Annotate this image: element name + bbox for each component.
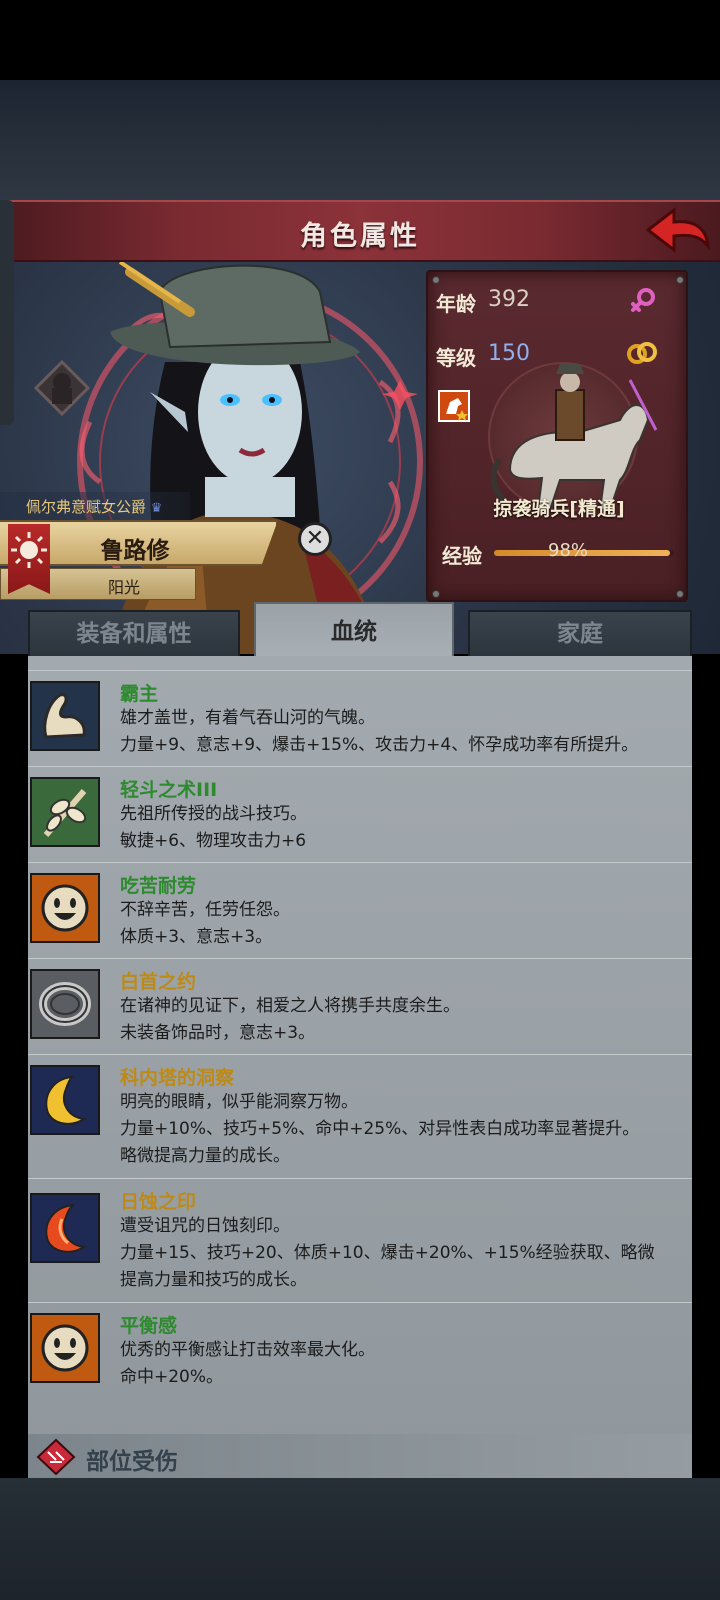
eclipse-mark-icon <box>30 1193 100 1263</box>
list-item: 吃苦耐劳 不辞辛苦，任劳任怨。 体质+3、意志+3。 <box>28 862 692 958</box>
trait-name: 轻斗之术III <box>120 779 218 801</box>
trait-description: 优秀的平衡感让打击效率最大化。 命中+20%。 <box>120 1337 690 1391</box>
trait-description: 先祖所传授的战斗技巧。 敏捷+6、物理攻击力+6 <box>120 801 690 855</box>
trait-description-line: 命中+20%。 <box>120 1367 224 1387</box>
house-banner[interactable] <box>8 524 50 594</box>
level-label: 等级 <box>436 346 476 370</box>
side-drawer-handle[interactable] <box>0 200 14 425</box>
trait-description-line: 敏捷+6、物理攻击力+6 <box>120 831 307 851</box>
unit-class-name: 掠袭骑兵[精通] <box>493 498 625 520</box>
rivet-decoration <box>432 276 440 284</box>
stats-panel: 年龄 392 等级 150 掠袭骑兵[精通] 经验 98% <box>426 270 688 602</box>
trait-description-line: 体质+3、意志+3。 <box>120 927 273 947</box>
list-item: 轻斗之术III 先祖所传授的战斗技巧。 敏捷+6、物理攻击力+6 <box>28 766 692 862</box>
trait-description-line: 略微提高力量的成长。 <box>120 1146 290 1166</box>
smiley-icon <box>30 873 100 943</box>
age-label: 年龄 <box>436 292 476 316</box>
back-arrow-icon <box>645 206 711 254</box>
trait-description-line: 优秀的平衡感让打击效率最大化。 <box>120 1340 375 1360</box>
rivet-decoration <box>676 276 684 284</box>
list-item: 白首之约 在诸神的见证下，相爱之人将携手共度余生。 未装备饰品时，意志+3。 <box>28 958 692 1054</box>
trait-description: 在诸神的见证下，相爱之人将携手共度余生。 未装备饰品时，意志+3。 <box>120 993 690 1047</box>
smiley-icon <box>30 1313 100 1383</box>
trait-description: 雄才盖世，有着气吞山河的气魄。 力量+9、意志+9、爆击+15%、攻击力+4、怀… <box>120 705 690 759</box>
trait-description-line: 力量+9、意志+9、爆击+15%、攻击力+4、怀孕成功率有所提升。 <box>120 735 639 755</box>
trait-description-line: 力量+15、技巧+20、体质+10、爆击+20%、+15%经验获取、略微 <box>120 1243 655 1263</box>
trait-description-line: 在诸神的见证下，相爱之人将携手共度余生。 <box>120 996 460 1016</box>
crown-icon: ♛ <box>150 501 163 516</box>
mount-icon[interactable] <box>438 390 470 422</box>
trait-name: 科内塔的洞察 <box>120 1067 235 1089</box>
trait-name: 日蚀之印 <box>120 1191 197 1213</box>
injury-section-label: 部位受伤 <box>86 1449 178 1475</box>
trait-description-line: 未装备饰品时，意志+3。 <box>120 1023 316 1043</box>
rivet-decoration <box>676 590 684 598</box>
bloodline-trait-list[interactable]: 霸主 雄才盖世，有着气吞山河的气魄。 力量+9、意志+9、爆击+15%、攻击力+… <box>28 656 692 1478</box>
trait-name: 吃苦耐劳 <box>120 875 197 897</box>
tab-bar: 装备和属性 血统 家庭 <box>28 602 692 660</box>
trait-name: 平衡感 <box>120 1315 178 1337</box>
trait-description-line: 力量+10%、技巧+5%、命中+25%、对异性表白成功率显著提升。 <box>120 1119 640 1139</box>
bottom-background <box>0 1478 720 1600</box>
crescent-moon-icon <box>30 1065 100 1135</box>
rivet-decoration <box>432 590 440 598</box>
trait-description: 明亮的眼睛，似乎能洞察万物。 力量+10%、技巧+5%、命中+25%、对异性表白… <box>120 1089 690 1170</box>
leaf-branch-icon <box>30 777 100 847</box>
list-item: 平衡感 优秀的平衡感让打击效率最大化。 命中+20%。 <box>28 1302 692 1398</box>
injury-section-header[interactable]: 部位受伤 <box>28 1434 692 1478</box>
tab-equipment-attributes[interactable]: 装备和属性 <box>28 610 240 658</box>
trait-description: 遭受诅咒的日蚀刻印。 力量+15、技巧+20、体质+10、爆击+20%、+15%… <box>120 1213 690 1294</box>
back-arrow-button[interactable] <box>644 204 714 260</box>
trait-description-line: 雄才盖世，有着气吞山河的气魄。 <box>120 708 375 728</box>
trait-description-line: 先祖所传授的战斗技巧。 <box>120 804 307 824</box>
muscle-arm-icon <box>30 681 100 751</box>
trait-name: 霸主 <box>120 683 159 705</box>
age-value: 392 <box>488 287 530 312</box>
header-background <box>0 80 720 200</box>
exp-value: 98% <box>548 540 589 561</box>
list-item: 科内塔的洞察 明亮的眼睛，似乎能洞察万物。 力量+10%、技巧+5%、命中+25… <box>28 1054 692 1178</box>
status-bar-area <box>0 0 720 80</box>
title-bar: 角色属性 <box>0 200 720 262</box>
trait-description-line: 提高力量和技巧的成长。 <box>120 1270 307 1290</box>
trait-description: 不辞辛苦，任劳任怨。 体质+3、意志+3。 <box>120 897 690 951</box>
exp-label: 经验 <box>442 544 482 568</box>
noble-title-text: 佩尔弗意赋女公爵 <box>26 498 147 516</box>
list-item: 霸主 雄才盖世，有着气吞山河的气魄。 力量+9、意志+9、爆击+15%、攻击力+… <box>28 670 692 766</box>
female-icon <box>631 288 655 312</box>
unit-rider-portrait <box>490 364 658 511</box>
page-title: 角色属性 <box>300 221 420 252</box>
close-icon[interactable]: ✕ <box>298 522 332 556</box>
list-item: 日蚀之印 遭受诅咒的日蚀刻印。 力量+15、技巧+20、体质+10、爆击+20%… <box>28 1178 692 1302</box>
injury-icon <box>36 1438 76 1476</box>
trait-description-line: 遭受诅咒的日蚀刻印。 <box>120 1216 290 1236</box>
personality-trait: 阳光 <box>107 578 140 597</box>
trait-description-line: 不辞辛苦，任劳任怨。 <box>120 900 290 920</box>
tab-family[interactable]: 家庭 <box>468 610 692 658</box>
ring-icon <box>30 969 100 1039</box>
sun-icon <box>11 532 47 568</box>
noble-title: 佩尔弗意赋女公爵 ♛ <box>0 492 190 520</box>
trait-name: 白首之约 <box>120 971 197 993</box>
trait-description-line: 明亮的眼睛，似乎能洞察万物。 <box>120 1092 358 1112</box>
tab-bloodline[interactable]: 血统 <box>254 602 454 660</box>
